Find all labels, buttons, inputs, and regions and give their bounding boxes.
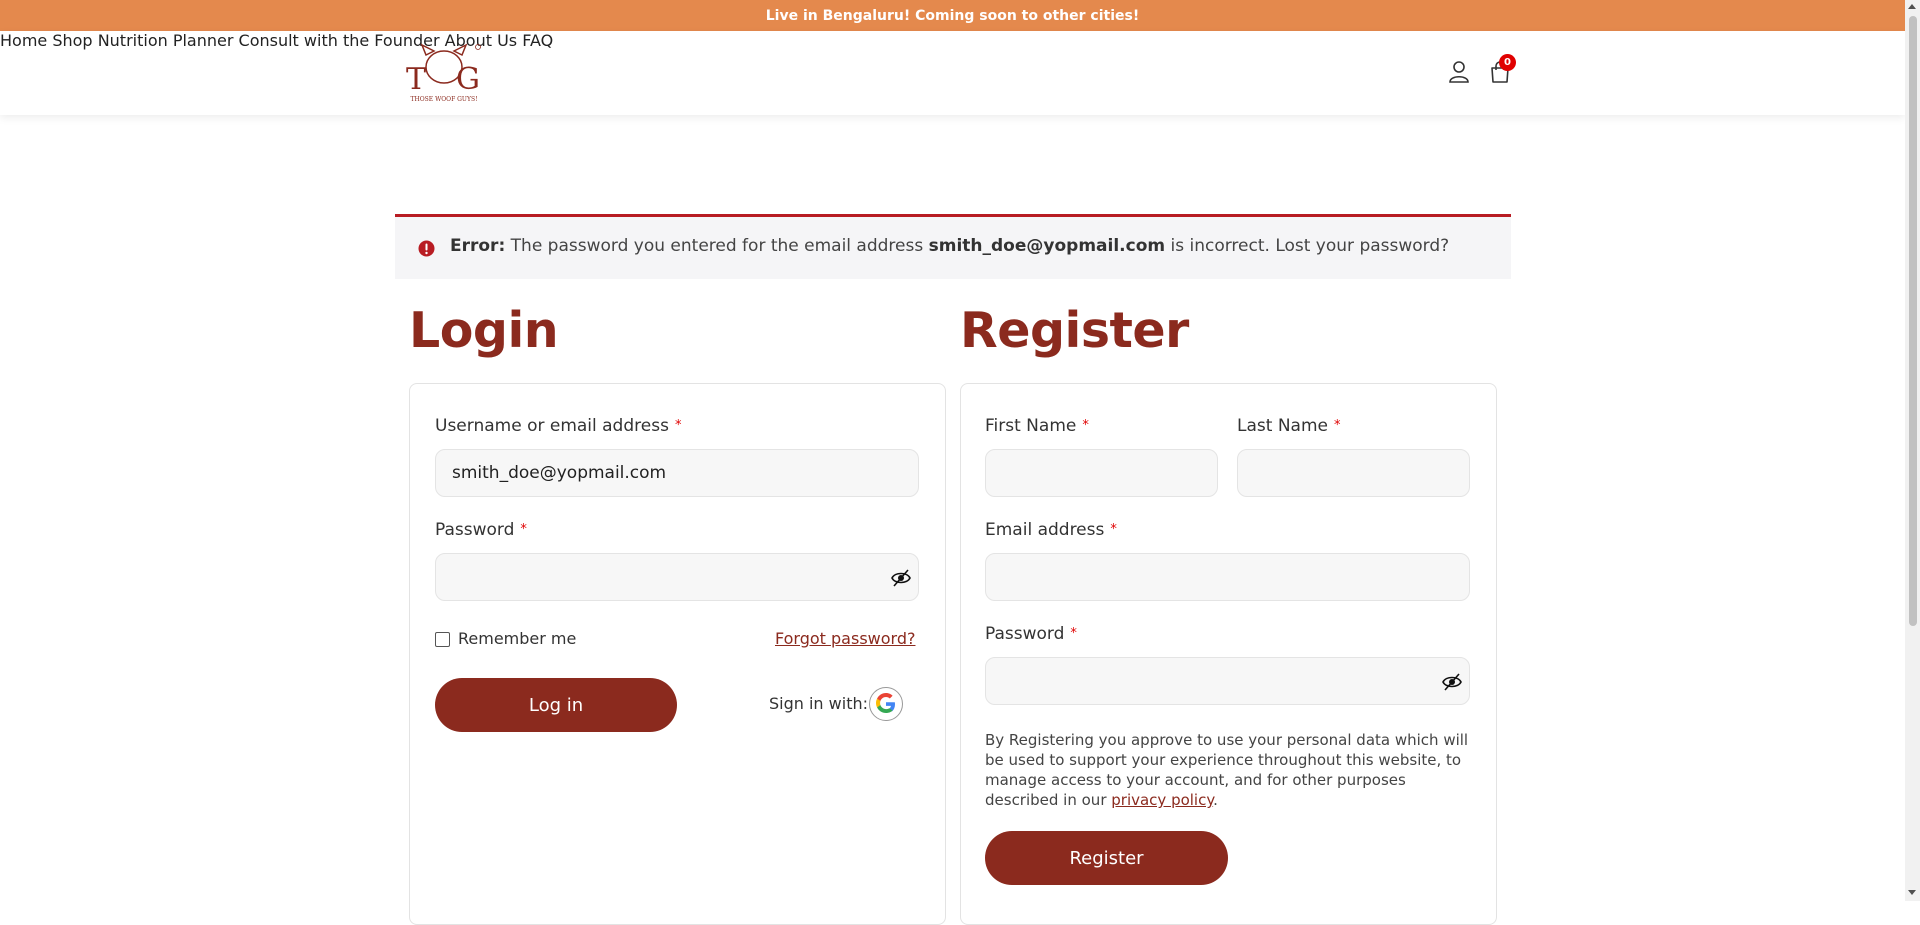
logo-letter-g: G	[456, 62, 480, 97]
register-password-input[interactable]	[985, 657, 1470, 705]
site-logo[interactable]: T G THOSE WOOF GUYS!	[404, 41, 484, 105]
toggle-password-visibility-icon[interactable]	[890, 567, 912, 589]
username-label: Username or email address *	[435, 416, 682, 436]
scrollbar-thumb[interactable]	[1909, 16, 1917, 626]
login-button[interactable]: Log in	[435, 678, 677, 732]
privacy-consent-text: By Registering you approve to use your p…	[985, 731, 1469, 809]
username-input[interactable]: smith_doe@yopmail.com	[435, 449, 919, 497]
last-name-input[interactable]	[1237, 449, 1470, 497]
password-label: Password *	[435, 520, 527, 540]
register-email-input[interactable]	[985, 553, 1470, 601]
lost-password-link[interactable]: Lost your password?	[1275, 236, 1449, 256]
announcement-bar: Live in Bengaluru! Coming soon to other …	[0, 0, 1905, 31]
scroll-down-arrow-icon[interactable]	[1908, 890, 1916, 895]
error-icon	[418, 240, 435, 257]
error-prefix: Error:	[450, 236, 506, 256]
error-text-after: is incorrect.	[1165, 236, 1276, 256]
cart-count-badge: 0	[1499, 54, 1516, 71]
username-value: smith_doe@yopmail.com	[452, 463, 667, 483]
login-password-input[interactable]	[435, 553, 919, 601]
remember-me-label: Remember me	[458, 629, 577, 648]
error-text-before: The password you entered for the email a…	[505, 236, 929, 256]
nav-nutrition-planner[interactable]: Nutrition Planner	[98, 31, 234, 50]
error-notice: Error: The password you entered for the …	[395, 214, 1511, 279]
forgot-password-link[interactable]: Forgot password?	[775, 629, 915, 648]
error-email: smith_doe@yopmail.com	[928, 236, 1166, 256]
register-heading: Register	[960, 302, 1189, 359]
logo-letter-t: T	[406, 62, 426, 97]
register-button[interactable]: Register	[985, 831, 1228, 885]
page-scrollbar[interactable]	[1905, 0, 1920, 901]
first-name-label: First Name *	[985, 416, 1089, 436]
logo-tagline: THOSE WOOF GUYS!	[411, 96, 478, 103]
account-icon[interactable]	[1446, 59, 1472, 85]
nav-shop[interactable]: Shop	[52, 31, 92, 50]
register-password-label: Password *	[985, 624, 1077, 644]
site-header: T G THOSE WOOF GUYS! Home Shop Nutrition…	[0, 31, 1905, 115]
nav-home[interactable]: Home	[0, 31, 47, 50]
privacy-policy-link[interactable]: privacy policy	[1111, 791, 1213, 809]
login-heading: Login	[409, 302, 559, 359]
announcement-text: Live in Bengaluru! Coming soon to other …	[765, 7, 1140, 24]
toggle-register-password-icon[interactable]	[1441, 671, 1463, 693]
remember-me-checkbox[interactable]	[435, 632, 450, 647]
last-name-label: Last Name *	[1237, 416, 1341, 436]
email-label: Email address *	[985, 520, 1117, 540]
first-name-input[interactable]	[985, 449, 1218, 497]
nav-faq[interactable]: FAQ	[522, 31, 553, 50]
google-icon	[876, 693, 895, 713]
main-nav: Home Shop Nutrition Planner Consult with…	[0, 31, 1905, 50]
scroll-up-arrow-icon[interactable]	[1908, 4, 1916, 9]
google-signin-button[interactable]	[869, 687, 903, 721]
sign-in-with-label: Sign in with:	[769, 694, 868, 713]
error-message: Error: The password you entered for the …	[450, 236, 1449, 256]
